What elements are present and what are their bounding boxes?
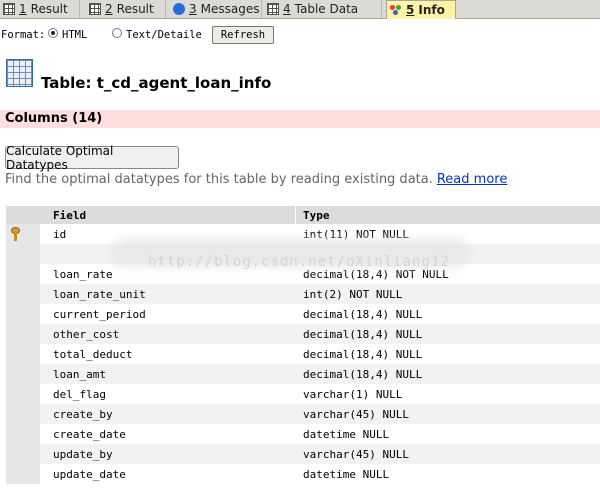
field-name: id [53,228,67,241]
table-row: create_by varchar(45) NULL [6,404,600,424]
message-icon [173,3,185,15]
table-row: loan_rate_unit int(2) NOT NULL [6,284,600,304]
field-name: other_cost [53,328,120,341]
field-name: update_date [53,468,126,481]
tab-result-2[interactable]: 2 Result [86,0,166,18]
text-detailed-radio-label[interactable]: Text/Detailed [126,29,202,41]
table-row: other_cost decimal(18,4) NULL [6,324,600,344]
column-divider [295,206,296,224]
tab-bar: 1 Result 2 Result 3 Messages 4 Table Dat… [0,0,600,19]
tab-table-data[interactable]: 4 Table Data [264,0,382,18]
format-label: Format: [1,29,46,41]
field-name: loan_amt [53,368,106,381]
field-type: datetime NULL [303,468,390,481]
table-row: update_date datetime NULL [6,464,600,484]
html-radio[interactable] [48,28,58,38]
tab-label: Table Data [294,2,359,16]
html-radio-label[interactable]: HTML [62,29,87,41]
columns-header: Columns (14) [5,111,103,126]
info-icon [390,4,402,16]
read-more-link[interactable]: Read more [437,172,507,187]
table-row: del_flag varchar(1) NULL [6,384,600,404]
description: Find the optimal datatypes for this tabl… [5,172,507,187]
tab-label: Messages [200,2,260,16]
table-row: current_period decimal(18,4) NULL [6,304,600,324]
tab-label: Result [116,2,154,16]
field-type: int(2) NOT NULL [303,288,403,301]
watermark: http://blog.csdn.net/oXinliang12 [148,254,450,270]
field-name: del_flag [53,388,106,401]
table-header-row: Field Type [6,206,600,224]
field-name: current_period [53,308,146,321]
field-column-header: Field [53,209,87,222]
field-type: decimal(18,4) NULL [303,308,423,321]
primary-key-icon [11,227,20,241]
tab-messages[interactable]: 3 Messages [170,0,262,18]
tab-label: Info [418,3,445,17]
tab-number: 3 [189,2,197,16]
table-data-icon [267,3,279,15]
field-type: varchar(45) NULL [303,448,409,461]
description-text: Find the optimal datatypes for this tabl… [5,172,433,187]
format-row: Format: HTML Text/Detailed Refresh [0,25,600,45]
field-name: loan_rate [53,268,113,281]
field-name: create_date [53,428,126,441]
tab-label: Result [30,2,68,16]
field-type: decimal(18,4) NULL [303,368,423,381]
table-row: loan_amt decimal(18,4) NULL [6,364,600,384]
tab-number: 1 [19,2,27,16]
grid-icon [3,3,15,15]
calculate-optimal-datatypes-button[interactable]: Calculate Optimal Datatypes [5,144,179,172]
field-type: varchar(45) NULL [303,408,409,421]
table-row: create_date datetime NULL [6,424,600,444]
columns-header-bar: Columns (14) [0,110,600,128]
field-type: decimal(18,4) NULL [303,328,423,341]
table-icon [6,59,33,87]
tab-info[interactable]: 5 Info [386,0,456,19]
refresh-button[interactable]: Refresh [212,26,274,44]
field-type: varchar(1) NULL [303,388,403,401]
tab-number: 5 [406,3,415,17]
table-row: total_deduct decimal(18,4) NULL [6,344,600,364]
tab-number: 4 [283,2,291,16]
tab-number: 2 [105,2,113,16]
field-type: datetime NULL [303,428,390,441]
field-name: update_by [53,448,113,461]
type-column-header: Type [303,209,330,222]
field-name: total_deduct [53,348,133,361]
page-title: Table: t_cd_agent_loan_info [41,74,272,92]
tab-result-1[interactable]: 1 Result [0,0,80,18]
grid-icon [89,3,101,15]
text-detailed-radio[interactable] [112,28,122,38]
field-name: create_by [53,408,113,421]
field-type: decimal(18,4) NULL [303,348,423,361]
field-name: loan_rate_unit [53,288,146,301]
table-row: update_by varchar(45) NULL [6,444,600,464]
